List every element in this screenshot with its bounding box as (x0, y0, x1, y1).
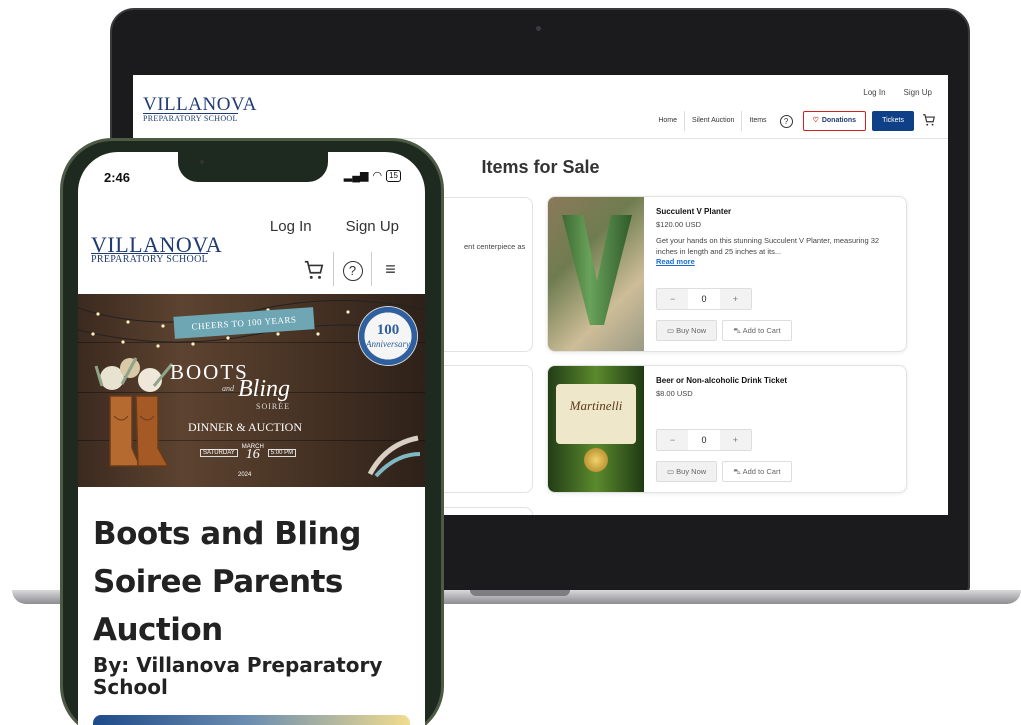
item-title[interactable]: Beer or Non-alcoholic Drink Ticket (656, 376, 898, 385)
status-icons: ▂▄▆ ◠ 15 (344, 169, 401, 182)
event-year: 2024 (238, 472, 252, 478)
card-actions: ▭ Buy Now ⛍ Add to Cart (656, 461, 792, 482)
add-to-cart-button[interactable]: ⛍ Add to Cart (722, 461, 792, 482)
signal-icon: ▂▄▆ (343, 170, 369, 182)
card-body: Succulent V Planter $120.00 USD Get your… (656, 207, 898, 266)
quantity-value[interactable]: 0 (688, 430, 719, 450)
signup-link[interactable]: Sign Up (346, 218, 399, 235)
main-nav: Home Silent Auction Items ? ♡ Donations T… (651, 111, 936, 131)
nav-silent-auction[interactable]: Silent Auction (684, 111, 741, 131)
banner-title-and: and (222, 384, 234, 393)
read-more-link[interactable]: Read more (656, 257, 898, 266)
quantity-value[interactable]: 0 (688, 289, 719, 309)
help-button[interactable]: ? (333, 252, 371, 286)
wifi-icon: ◠ (372, 170, 383, 182)
decrement-button[interactable]: − (657, 289, 689, 309)
quantity-stepper: − 0 + (656, 288, 752, 310)
signup-link[interactable]: Sign Up (904, 88, 932, 97)
banner-dinner-auction: DINNER & AUCTION (188, 420, 302, 434)
buy-now-button[interactable]: ▭ Buy Now (656, 461, 718, 482)
battery-icon: 15 (386, 169, 401, 182)
buy-now-label: Buy Now (676, 326, 707, 335)
decrement-button[interactable]: − (657, 430, 689, 450)
help-icon[interactable]: ? (779, 114, 793, 128)
dynamic-island (178, 152, 328, 182)
camera-icon (200, 160, 204, 164)
event-day: SATURDAY (200, 448, 238, 457)
donations-label: Donations (821, 117, 857, 124)
anniversary-seal: 100 Anniversary (358, 306, 418, 366)
tickets-button[interactable]: Tickets (872, 111, 914, 131)
event-date: SATURDAY MARCH 16 5:00 PM (200, 444, 297, 462)
quantity-stepper: − 0 + (656, 429, 752, 451)
nav-home[interactable]: Home (651, 111, 684, 131)
cart-icon[interactable] (922, 113, 936, 130)
banner-title-soiree: SOIRÉE (256, 402, 290, 411)
succulent-planter-image[interactable] (548, 197, 644, 351)
add-to-cart-label: Add to Cart (742, 467, 781, 476)
cowboy-boots-image (94, 357, 174, 467)
account-links: Log In Sign Up (270, 218, 399, 235)
site-header: VILLANOVA PREPARATORY SCHOOL Log In Sign… (133, 75, 948, 139)
martinelli-bottle-image[interactable]: Martinelli (548, 366, 644, 492)
mobile-nav-icons: ? ≡ (295, 252, 409, 286)
phone-screen: 2:46 ▂▄▆ ◠ 15 VILLANOVA PREPARATORY SCHO… (78, 152, 425, 725)
item-card-succulent[interactable]: Succulent V Planter $120.00 USD Get your… (547, 196, 907, 352)
cart-icon[interactable] (295, 252, 333, 286)
event-organizer: By: Villanova Preparatory School (93, 653, 383, 699)
menu-icon[interactable]: ≡ (371, 252, 409, 286)
register-button[interactable] (93, 715, 410, 725)
logo-subtitle: PREPARATORY SCHOOL (91, 253, 209, 265)
item-title[interactable]: Succulent V Planter (656, 207, 898, 216)
item-card-drink-ticket[interactable]: Martinelli Beer or Non-alcoholic Drink T… (547, 365, 907, 493)
event-time: 5:00 PM (267, 448, 297, 457)
login-link[interactable]: Log In (863, 88, 885, 97)
item-description-text: Get your hands on this stunning Succulen… (656, 236, 880, 256)
login-link[interactable]: Log In (270, 218, 312, 235)
add-to-cart-label: Add to Cart (742, 326, 781, 335)
event-banner: CHEERS TO 100 YEARS 100 Anniversary BOOT… (78, 294, 425, 487)
event-date-middle: MARCH 16 (242, 444, 264, 462)
event-title: Boots and Bling Soiree Parents Auction (93, 516, 361, 648)
buy-now-label: Buy Now (676, 467, 707, 476)
heart-icon: ♡ (812, 117, 819, 124)
increment-button[interactable]: + (719, 289, 751, 309)
item-price: $8.00 USD (656, 389, 693, 398)
card-description-partial: ent centerpiece as (464, 242, 526, 251)
card-actions: ▭ Buy Now ⛍ Add to Cart (656, 320, 792, 341)
help-icon: ? (342, 261, 363, 281)
banner-title-bling: Bling (238, 376, 290, 402)
account-links: Log In Sign Up (863, 88, 932, 97)
item-description: Get your hands on this stunning Succulen… (656, 235, 898, 257)
status-time: 2:46 (104, 170, 131, 185)
camera-icon (536, 26, 541, 31)
donations-button[interactable]: ♡ Donations (802, 111, 867, 131)
add-to-cart-button[interactable]: ⛍ Add to Cart (722, 320, 792, 341)
anniversary-text: Anniversary (366, 339, 410, 349)
anniversary-number: 100 (376, 322, 400, 338)
medal-icon (584, 448, 608, 472)
logo-subtitle: PREPARATORY SCHOOL (143, 113, 238, 123)
buy-now-button[interactable]: ▭ Buy Now (656, 320, 718, 341)
bottle-label: Martinelli (556, 384, 636, 444)
nav-items[interactable]: Items (741, 111, 773, 131)
event-date-number: 16 (245, 447, 260, 462)
item-price: $120.00 USD (656, 220, 702, 229)
feather-decoration (367, 435, 421, 478)
card-body: Beer or Non-alcoholic Drink Ticket $8.00… (656, 376, 898, 398)
laptop-notch (470, 590, 570, 596)
increment-button[interactable]: + (719, 430, 751, 450)
